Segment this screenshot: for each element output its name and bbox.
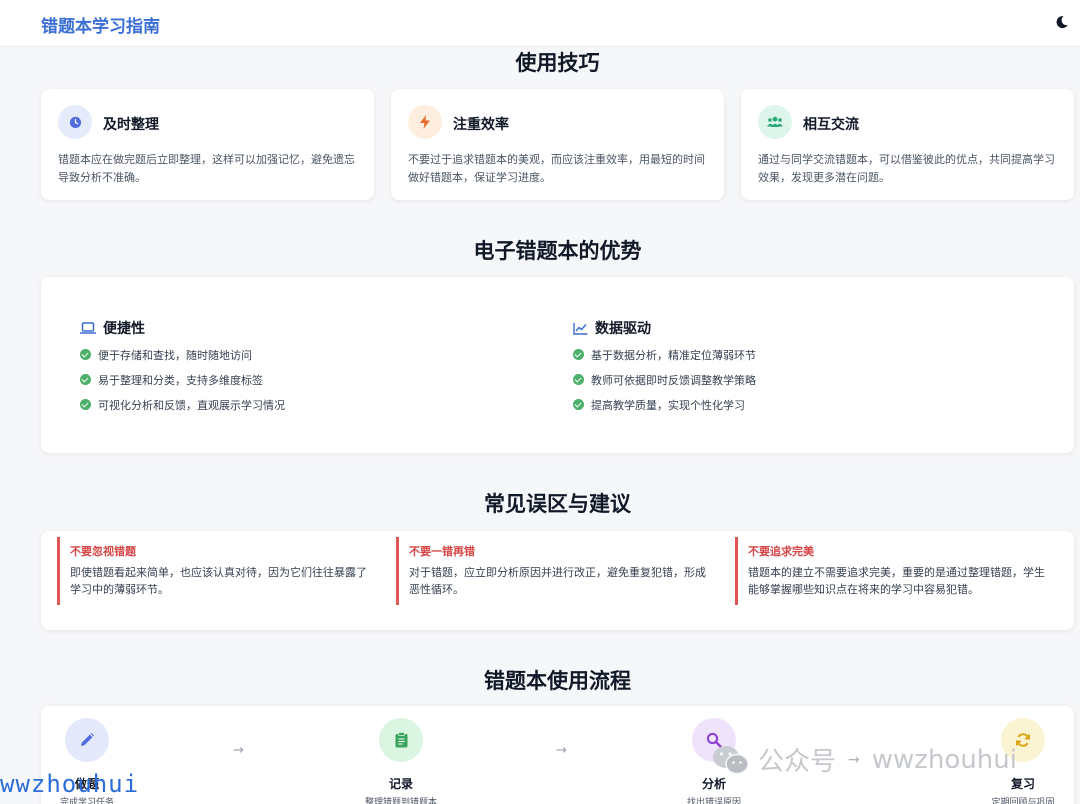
tip-title: 及时整理 <box>103 117 159 133</box>
bolt-icon <box>408 105 442 139</box>
wechat-watermark: 公众号 → wwzhouhui <box>712 741 1017 778</box>
chart-line-icon <box>573 322 588 335</box>
process-step-record: 记录 整理错题到错题本 <box>331 718 471 804</box>
tip-title: 相互交流 <box>803 117 859 133</box>
list-item: 便于存储和查找，随时随地访问 <box>80 342 285 367</box>
list-item: 提高教学质量，实现个性化学习 <box>573 392 756 417</box>
step-sub: 整理错题到错题本 <box>364 798 437 804</box>
brand-title[interactable]: 错题本学习指南 <box>41 12 160 37</box>
adv-heading-convenience: 便捷性 <box>80 318 145 338</box>
mistake-title: 不要忽视错题 <box>70 545 136 558</box>
adv-heading-label: 便捷性 <box>103 321 145 337</box>
mistake-desc: 错题本的建立不需要追求完美，重要的是通过整理错题，学生能够掌握哪些知识点在将来的… <box>748 566 1045 596</box>
step-sub: 定期回顾与巩固 <box>991 798 1055 804</box>
list-item: 教师可依据即时反馈调整教学策略 <box>573 367 756 392</box>
mistake-item: 不要追求完美 错题本的建立不需要追求完美，重要的是通过整理错题，学生能够掌握哪些… <box>735 537 1053 605</box>
top-bar: 错题本学习指南 <box>0 0 1080 47</box>
list-item: 可视化分析和反馈，直观展示学习情况 <box>80 392 285 417</box>
laptop-icon <box>80 321 96 334</box>
wechat-icon <box>713 745 749 774</box>
tip-card-efficiency: 注重效率 不要过于追求错题本的美观，而应该注重效率，用最短的时间做好错题本，保证… <box>391 89 724 200</box>
mistakes-card: 不要忽视错题 即使错题看起来简单，也应该认真对待，因为它们往往暴露了学习中的薄弱… <box>41 531 1074 630</box>
check-circle-icon <box>80 374 91 385</box>
mistake-item: 不要忽视错题 即使错题看起来简单，也应该认真对待，因为它们往往暴露了学习中的薄弱… <box>57 537 375 605</box>
tip-desc: 不要过于追求错题本的美观，而应该注重效率，用最短的时间做好错题本，保证学习进度。 <box>408 153 705 184</box>
tip-card-timely: 及时整理 错题本应在做完题后立即整理，这样可以加强记忆，避免遗忘导致分析不准确。 <box>41 89 374 200</box>
mistake-desc: 即使错题看起来简单，也应该认真对待，因为它们往往暴露了学习中的薄弱环节。 <box>70 566 367 596</box>
adv-list-data-driven: 基于数据分析，精准定位薄弱环节 教师可依据即时反馈调整教学策略 提高教学质量，实… <box>573 342 756 417</box>
tips-section-title: 使用技巧 <box>515 51 600 75</box>
check-circle-icon <box>80 349 91 360</box>
arrow-right-icon: → <box>233 743 244 758</box>
corner-watermark: wwzhouhui <box>0 770 140 798</box>
watermark-text: 公众号 <box>758 747 837 777</box>
arrow-right-icon: → <box>556 743 567 758</box>
tip-card-exchange: 相互交流 通过与同学交流错题本，可以借鉴彼此的优点，共同提高学习效果，发现更多潜… <box>741 89 1074 200</box>
advantages-section-title: 电子错题本的优势 <box>473 239 642 263</box>
step-sub: 找出错误原因 <box>686 798 741 804</box>
tip-desc: 通过与同学交流错题本，可以借鉴彼此的优点，共同提高学习效果，发现更多潜在问题。 <box>758 153 1055 184</box>
watermark-arrow: → <box>848 751 860 768</box>
mistake-desc: 对于错题，应立即分析原因并进行改正，避免重复犯错，形成恶性循环。 <box>409 566 706 596</box>
adv-heading-label: 数据驱动 <box>595 321 651 337</box>
process-section-title: 错题本使用流程 <box>484 669 631 693</box>
list-item: 基于数据分析，精准定位薄弱环节 <box>573 342 756 367</box>
list-item: 易于整理和分类，支持多维度标签 <box>80 367 285 392</box>
clipboard-icon <box>379 718 423 762</box>
clock-icon <box>58 105 92 139</box>
mistake-title: 不要追求完美 <box>748 545 814 558</box>
mistakes-section-title: 常见误区与建议 <box>484 492 631 516</box>
tip-desc: 错题本应在做完题后立即整理，这样可以加强记忆，避免遗忘导致分析不准确。 <box>58 153 355 184</box>
adv-list-convenience: 便于存储和查找，随时随地访问 易于整理和分类，支持多维度标签 可视化分析和反馈，… <box>80 342 285 417</box>
check-circle-icon <box>573 399 584 410</box>
check-circle-icon <box>573 349 584 360</box>
check-circle-icon <box>573 374 584 385</box>
pencil-icon <box>65 718 109 762</box>
moon-icon[interactable] <box>1054 14 1070 30</box>
watermark-account: wwzhouhui <box>871 744 1017 775</box>
mistake-title: 不要一错再错 <box>409 545 475 558</box>
check-circle-icon <box>80 399 91 410</box>
mistake-item: 不要一错再错 对于错题，应立即分析原因并进行改正，避免重复犯错，形成恶性循环。 <box>396 537 714 605</box>
adv-heading-data-driven: 数据驱动 <box>573 318 651 338</box>
users-icon <box>758 105 792 139</box>
advantages-card: 便捷性 便于存储和查找，随时随地访问 易于整理和分类，支持多维度标签 可视化分析… <box>41 277 1074 453</box>
step-title: 记录 <box>388 777 413 791</box>
tip-title: 注重效率 <box>453 117 509 133</box>
